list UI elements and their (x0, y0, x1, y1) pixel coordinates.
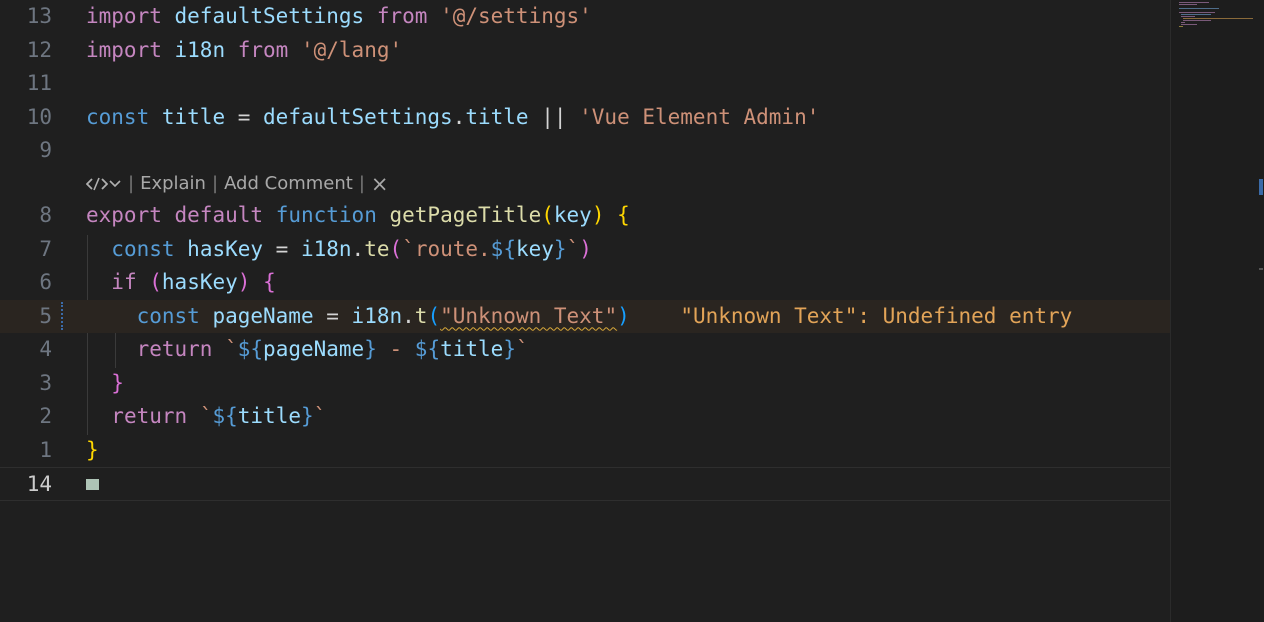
line-number: 6 (39, 270, 52, 294)
explain-link[interactable]: Explain (140, 169, 206, 199)
chevron-down-icon[interactable] (108, 179, 122, 189)
line-content: import i18n from '@/lang' (86, 37, 403, 62)
line-number: 13 (26, 4, 52, 28)
minimap-line (1179, 12, 1215, 13)
codelens-separator: | (358, 173, 365, 194)
line-number: 4 (39, 337, 52, 361)
add-comment-link[interactable]: Add Comment (224, 169, 353, 199)
line-content: const hasKey = i18n.te(`route.${key}`) (111, 236, 592, 261)
line-number: 7 (39, 236, 52, 261)
minimap-line (1181, 22, 1185, 23)
line-number: 9 (39, 138, 52, 162)
code-line[interactable]: 6 if (hasKey) { (0, 266, 1170, 300)
line-number: 8 (39, 203, 52, 227)
code-line[interactable]: 12 import i18n from '@/lang' (0, 34, 1170, 68)
line-number: 12 (26, 37, 52, 62)
code-line[interactable]: 3 } (0, 367, 1170, 401)
line-number: 10 (26, 104, 52, 129)
minimap-line (1181, 24, 1197, 25)
code-line[interactable]: 1 } (0, 434, 1170, 468)
minimap-line (1179, 8, 1219, 9)
codelens-separator: | (211, 173, 219, 194)
minimap-line (1179, 4, 1197, 5)
line-content: if (hasKey) { (111, 270, 276, 294)
line-number: 14 (26, 472, 52, 496)
scrollbar-marker (1259, 268, 1263, 270)
line-number: 1 (39, 437, 52, 462)
code-line[interactable]: 10 const title = defaultSettings.title |… (0, 101, 1170, 135)
minimap-line (1179, 2, 1209, 3)
code-line[interactable]: 7 const hasKey = i18n.te(`route.${key}`) (0, 233, 1170, 267)
minimap-line (1181, 14, 1211, 15)
line-number: 5 (39, 303, 52, 328)
inline-diagnostic: "Unknown Text": Undefined entry (680, 303, 1073, 328)
close-icon[interactable]: × (371, 169, 389, 199)
minimap-line (1181, 16, 1195, 17)
line-content: return `${title}` (111, 404, 327, 428)
code-line[interactable]: 4 return `${pageName} - ${title}` (0, 333, 1170, 367)
code-line[interactable]: 11 (0, 67, 1170, 101)
text-cursor (86, 479, 99, 490)
line-content: const title = defaultSettings.title || '… (86, 104, 820, 129)
minimap[interactable] (1170, 0, 1264, 622)
codelens-bar: | Explain | Add Comment | × (86, 169, 389, 199)
minimap-line (1183, 20, 1211, 21)
line-content: } (111, 370, 124, 395)
copilot-icon[interactable] (86, 176, 108, 192)
code-line[interactable]: 2 return `${title}` (0, 400, 1170, 434)
codelens-separator: | (128, 173, 135, 194)
line-number: 3 (39, 370, 52, 395)
line-content: const pageName = i18n.t("Unknown Text") … (136, 303, 1073, 328)
gutter-change-indicator[interactable] (61, 302, 66, 330)
line-content: return `${pageName} - ${title}` (136, 337, 529, 361)
line-number: 2 (39, 404, 52, 428)
line-content: export default function getPageTitle(key… (86, 203, 630, 227)
line-number: 11 (26, 71, 52, 95)
code-line-active[interactable]: 14 (0, 467, 1170, 501)
code-line[interactable]: 9 (0, 134, 1170, 168)
line-content: } (86, 437, 99, 462)
line-content: import defaultSettings from '@/settings' (86, 4, 592, 28)
code-line[interactable]: 8 export default function getPageTitle(k… (0, 199, 1170, 233)
minimap-line (1183, 18, 1253, 19)
scrollbar-marker (1259, 179, 1263, 195)
code-line[interactable]: 13 import defaultSettings from '@/settin… (0, 0, 1170, 34)
minimap-line (1179, 26, 1183, 27)
code-line-warning[interactable]: 5 const pageName = i18n.t("Unknown Text"… (0, 299, 1170, 333)
warning-squiggle: "Unknown Text" (440, 303, 618, 328)
code-editor[interactable]: 13 import defaultSettings from '@/settin… (0, 0, 1170, 622)
